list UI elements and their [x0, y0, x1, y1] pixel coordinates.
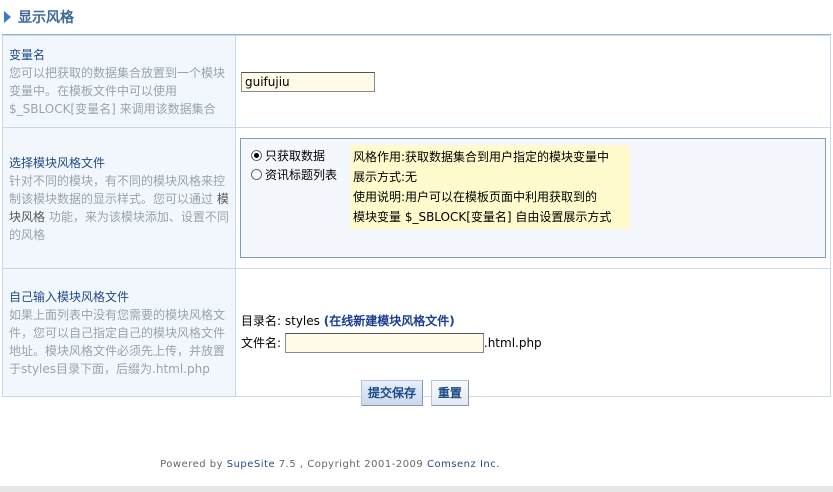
bottom-bar [0, 486, 833, 492]
create-style-file-link[interactable]: (在线新建模块风格文件) [324, 314, 455, 328]
file-suffix: .html.php [483, 335, 542, 350]
company-link[interactable]: Comsenz Inc. [427, 459, 500, 470]
settings-form: 变量名 您可以把获取的数据集合放置到一个模块变量中。在模板文件中可以使用 $_S… [2, 35, 831, 397]
radio-option-data-only[interactable]: 只获取数据 [251, 147, 337, 166]
file-name-input[interactable] [284, 333, 484, 354]
tip-line: 展示方式:无 [353, 170, 418, 184]
directory-line: 目录名: styles (在线新建模块风格文件) [241, 312, 830, 330]
variable-name-description: 您可以把获取的数据集合放置到一个模块变量中。在模板文件中可以使用 $_SBLOC… [9, 66, 226, 116]
directory-label: 目录名: styles [241, 313, 320, 328]
label-cell: 自己输入模块风格文件 如果上面列表中没有您需要的模块风格文件，您可以自己指定自己… [2, 268, 236, 397]
section-header: 显示风格 [2, 6, 831, 36]
file-name-label: 文件名: [241, 335, 282, 350]
tip-line: 风格作用:获取数据集合到用户指定的模块变量中 [353, 150, 610, 164]
footer-text: 7.5 , Copyright 2001-2009 [275, 459, 427, 470]
row-custom-style-file: 自己输入模块风格文件 如果上面列表中没有您需要的模块风格文件，您可以自己指定自己… [2, 268, 831, 397]
style-file-description: 针对不同的模块，有不同的模块风格来控制该模块数据的显示样式。您可以通过 模块风格… [9, 172, 229, 244]
style-file-label: 选择模块风格文件 [9, 155, 106, 170]
custom-style-label: 自己输入模块风格文件 [9, 290, 130, 304]
tip-line: 使用说明:用户可以在模板页面中利用获取到的 [353, 190, 598, 204]
row-variable-name: 变量名 您可以把获取的数据集合放置到一个模块变量中。在模板文件中可以使用 $_S… [2, 35, 831, 128]
radio-selected-icon[interactable] [251, 150, 262, 161]
section-title: 显示风格 [18, 10, 74, 26]
variable-name-label: 变量名 [9, 48, 46, 62]
product-name-link[interactable]: SupeSite [227, 459, 275, 470]
style-radio-group: 只获取数据 资讯标题列表 [251, 147, 337, 185]
radio-option-title-list[interactable]: 资讯标题列表 [251, 166, 337, 185]
footer: Powered by SupeSite 7.5 , Copyright 2001… [0, 459, 660, 470]
reset-button[interactable]: 重置 [430, 380, 469, 406]
style-tip: 风格作用:获取数据集合到用户指定的模块变量中 展示方式:无 使用说明:用户可以在… [350, 145, 630, 229]
value-cell: 目录名: styles (在线新建模块风格文件) 文件名: .html.php [235, 268, 831, 397]
row-style-file: 选择模块风格文件 针对不同的模块，有不同的模块风格来控制该模块数据的显示样式。您… [2, 127, 831, 269]
custom-style-description: 如果上面列表中没有您需要的模块风格文件，您可以自己指定自己的模块风格文件地址。模… [9, 308, 226, 376]
tip-line: 模块变量 $_SBLOCK[变量名] 自由设置展示方式 [353, 210, 612, 224]
radio-label: 资讯标题列表 [265, 168, 338, 182]
form-buttons: 提交保存 重置 [361, 380, 473, 406]
value-cell [235, 35, 831, 128]
footer-text: Powered by [160, 459, 227, 470]
variable-name-input[interactable] [241, 71, 375, 92]
style-options-box: 只获取数据 资讯标题列表 风格作用:获取数据集合到用户指定的模块变量中 展示方式… [240, 138, 826, 258]
style-desc-part: 针对不同的模块，有不同的模块风格来控制该模块数据的显示样式。您可以通过 [9, 173, 226, 206]
radio-label: 只获取数据 [265, 149, 326, 163]
value-cell: 只获取数据 资讯标题列表 风格作用:获取数据集合到用户指定的模块变量中 展示方式… [235, 127, 831, 269]
arrow-right-icon [4, 11, 11, 23]
label-cell: 选择模块风格文件 针对不同的模块，有不同的模块风格来控制该模块数据的显示样式。您… [2, 127, 236, 269]
radio-unselected-icon[interactable] [251, 169, 262, 180]
label-cell: 变量名 您可以把获取的数据集合放置到一个模块变量中。在模板文件中可以使用 $_S… [2, 35, 236, 128]
submit-save-button[interactable]: 提交保存 [361, 380, 424, 406]
file-name-line: 文件名: .html.php [241, 333, 830, 354]
